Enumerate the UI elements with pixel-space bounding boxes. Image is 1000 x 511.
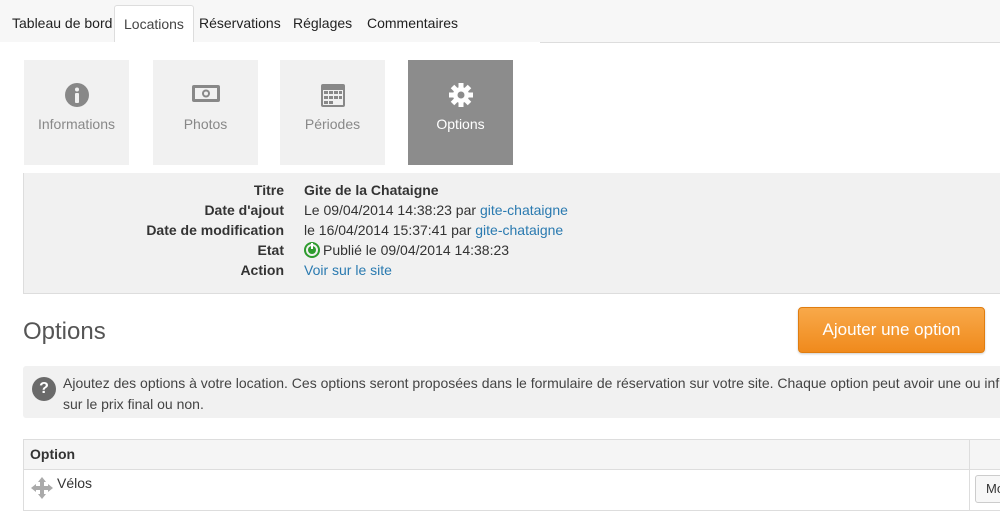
date-ajout-value: Le 09/04/2014 14:38:23 par gite-chataign… xyxy=(304,202,568,218)
tab-locations[interactable]: Locations xyxy=(114,5,194,43)
modifier-link[interactable]: gite-chataigne xyxy=(475,222,563,238)
location-subnav: Informations Photos Périodes Options xyxy=(0,42,540,173)
question-icon: ? xyxy=(32,377,56,401)
table-header: Option xyxy=(24,440,1000,470)
tile-photos[interactable]: Photos xyxy=(153,60,258,165)
date-modif-value: le 16/04/2014 15:37:41 par gite-chataign… xyxy=(304,222,563,238)
info-icon xyxy=(24,82,129,110)
column-header-option: Option xyxy=(30,446,76,462)
etat-value: Publié le 09/04/2014 14:38:23 xyxy=(304,242,509,261)
date-modif-label: Date de modification xyxy=(146,222,284,238)
help-box: ? Ajoutez des options à votre location. … xyxy=(23,366,1000,418)
location-info-panel: Titre Gite de la Chataigne Date d'ajout … xyxy=(23,173,1000,294)
add-option-button[interactable]: Ajouter une option xyxy=(798,307,985,353)
tile-label: Photos xyxy=(183,116,228,132)
options-table: Option Vélos Mo xyxy=(23,439,1000,511)
tile-label: Options xyxy=(436,116,485,132)
move-handle-icon[interactable] xyxy=(30,476,54,505)
tab-reglages[interactable]: Réglages xyxy=(284,5,361,41)
gear-icon xyxy=(408,82,513,110)
date-ajout-text: Le 09/04/2014 14:38:23 par xyxy=(304,202,480,218)
tile-label: Périodes xyxy=(304,116,361,132)
top-navigation: Tableau de bord Locations Réservations R… xyxy=(0,0,1000,43)
modify-option-button[interactable]: Mo xyxy=(975,475,1000,503)
tile-periodes[interactable]: Périodes xyxy=(280,60,385,165)
tab-reservations[interactable]: Réservations xyxy=(190,5,290,41)
table-row: Vélos Mo xyxy=(24,470,1000,510)
date-modif-text: le 16/04/2014 15:37:41 par xyxy=(304,222,476,238)
titre-label: Titre xyxy=(253,182,284,198)
titre-value: Gite de la Chataigne xyxy=(304,182,439,198)
published-status-icon xyxy=(304,242,320,261)
etat-text: Publié le 09/04/2014 14:38:23 xyxy=(323,242,510,258)
tile-informations[interactable]: Informations xyxy=(24,60,129,165)
tile-options[interactable]: Options xyxy=(408,60,513,165)
etat-label: Etat xyxy=(257,242,284,258)
help-text: Ajoutez des options à votre location. Ce… xyxy=(63,375,1000,412)
action-label: Action xyxy=(240,262,284,278)
author-link[interactable]: gite-chataigne xyxy=(480,202,568,218)
page-title: Options xyxy=(23,318,106,345)
view-on-site-text[interactable]: Voir sur le site xyxy=(304,262,392,278)
view-on-site-link[interactable]: Voir sur le site xyxy=(304,262,392,278)
camera-icon xyxy=(153,82,258,110)
calendar-icon xyxy=(280,82,385,110)
tab-commentaires[interactable]: Commentaires xyxy=(358,5,467,41)
tile-label: Informations xyxy=(37,116,116,132)
option-name: Vélos xyxy=(57,475,93,491)
date-ajout-label: Date d'ajout xyxy=(204,202,284,218)
tab-tableau-de-bord[interactable]: Tableau de bord xyxy=(3,5,121,41)
